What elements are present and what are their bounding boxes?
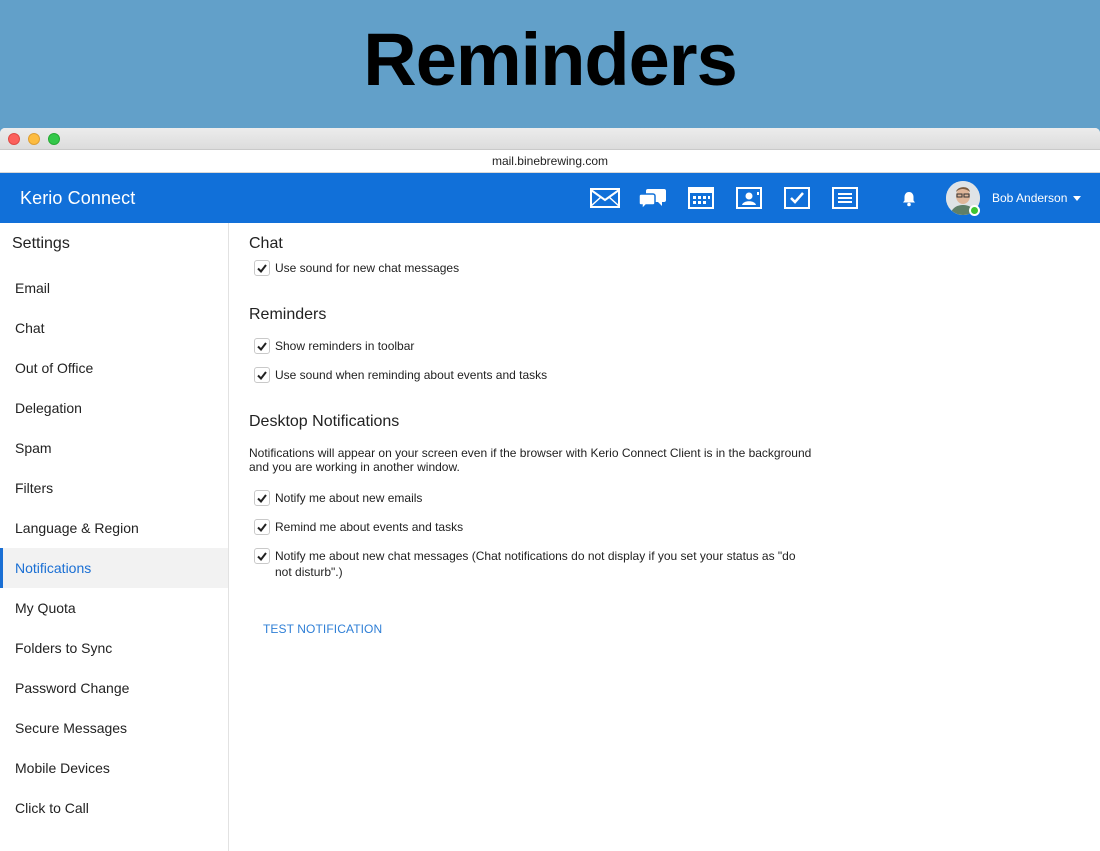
desktop-notifications-description: Notifications will appear on your screen… bbox=[249, 446, 812, 474]
notes-icon[interactable] bbox=[830, 185, 860, 211]
banner: Reminders bbox=[0, 0, 1100, 128]
reminders-section-title: Reminders bbox=[249, 306, 327, 323]
notify-emails-label: Notify me about new emails bbox=[275, 491, 423, 505]
sidebar-item-delegation[interactable]: Delegation bbox=[0, 388, 228, 428]
maximize-window-button[interactable] bbox=[48, 133, 60, 145]
notify-chat-label: Notify me about new chat messages (Chat … bbox=[275, 549, 796, 579]
sidebar-item-out-of-office[interactable]: Out of Office bbox=[0, 348, 228, 388]
notify-emails-option[interactable]: Notify me about new emails bbox=[254, 490, 814, 506]
notify-chat-checkbox[interactable] bbox=[254, 548, 270, 564]
show-reminders-label: Show reminders in toolbar bbox=[275, 339, 415, 353]
chat-sound-checkbox[interactable] bbox=[254, 260, 270, 276]
brand-name[interactable]: Kerio Connect bbox=[20, 173, 135, 223]
settings-content: Settings Email Chat Out of Office Delega… bbox=[0, 223, 1100, 851]
sidebar-item-filters[interactable]: Filters bbox=[0, 468, 228, 508]
sidebar-item-mobile-devices[interactable]: Mobile Devices bbox=[0, 748, 228, 788]
desktop-notifications-title: Desktop Notifications bbox=[249, 413, 400, 430]
reminder-sound-option[interactable]: Use sound when reminding about events an… bbox=[254, 367, 814, 383]
mail-icon[interactable] bbox=[590, 185, 620, 211]
sidebar-item-click-to-call[interactable]: Click to Call bbox=[0, 788, 228, 828]
contacts-icon[interactable] bbox=[734, 185, 764, 211]
sidebar-item-secure-messages[interactable]: Secure Messages bbox=[0, 708, 228, 748]
sidebar-item-notifications[interactable]: Notifications bbox=[0, 548, 228, 588]
sidebar-title: Settings bbox=[12, 235, 70, 252]
chat-icon[interactable] bbox=[638, 185, 668, 211]
tasks-icon[interactable] bbox=[782, 185, 812, 211]
chat-sound-option[interactable]: Use sound for new chat messages bbox=[254, 260, 814, 276]
online-status-indicator bbox=[969, 205, 980, 216]
sidebar-item-spam[interactable]: Spam bbox=[0, 428, 228, 468]
settings-nav: Email Chat Out of Office Delegation Spam… bbox=[0, 268, 228, 828]
banner-title: Reminders bbox=[363, 17, 737, 101]
test-notification-button[interactable]: TEST NOTIFICATION bbox=[263, 622, 382, 636]
close-window-button[interactable] bbox=[8, 133, 20, 145]
show-reminders-option[interactable]: Show reminders in toolbar bbox=[254, 338, 814, 354]
address-bar[interactable]: mail.binebrewing.com bbox=[0, 150, 1100, 173]
user-name[interactable]: Bob Anderson bbox=[992, 173, 1067, 223]
chat-sound-label: Use sound for new chat messages bbox=[275, 261, 460, 275]
sidebar-item-language-region[interactable]: Language & Region bbox=[0, 508, 228, 548]
show-reminders-checkbox[interactable] bbox=[254, 338, 270, 354]
remind-events-label: Remind me about events and tasks bbox=[275, 520, 464, 534]
sidebar-item-my-quota[interactable]: My Quota bbox=[0, 588, 228, 628]
chat-section-title: Chat bbox=[249, 235, 283, 252]
minimize-window-button[interactable] bbox=[28, 133, 40, 145]
app-switcher bbox=[590, 185, 878, 211]
remind-events-option[interactable]: Remind me about events and tasks bbox=[254, 519, 814, 535]
reminder-sound-label: Use sound when reminding about events an… bbox=[275, 368, 548, 382]
app-header: Kerio Connect Bob Anderson bbox=[0, 173, 1100, 223]
notify-emails-checkbox[interactable] bbox=[254, 490, 270, 506]
calendar-icon[interactable] bbox=[686, 185, 716, 211]
chevron-down-icon[interactable] bbox=[1073, 196, 1081, 201]
remind-events-checkbox[interactable] bbox=[254, 519, 270, 535]
window-titlebar bbox=[0, 128, 1100, 150]
sidebar-item-chat[interactable]: Chat bbox=[0, 308, 228, 348]
browser-window: mail.binebrewing.com Kerio Connect Bob A… bbox=[0, 128, 1100, 851]
reminder-sound-checkbox[interactable] bbox=[254, 367, 270, 383]
notify-chat-option[interactable]: Notify me about new chat messages (Chat … bbox=[254, 548, 814, 580]
sidebar-item-password-change[interactable]: Password Change bbox=[0, 668, 228, 708]
bell-icon[interactable] bbox=[902, 191, 916, 207]
sidebar-item-folders-to-sync[interactable]: Folders to Sync bbox=[0, 628, 228, 668]
sidebar-item-email[interactable]: Email bbox=[0, 268, 228, 308]
settings-sidebar: Settings Email Chat Out of Office Delega… bbox=[0, 223, 229, 851]
